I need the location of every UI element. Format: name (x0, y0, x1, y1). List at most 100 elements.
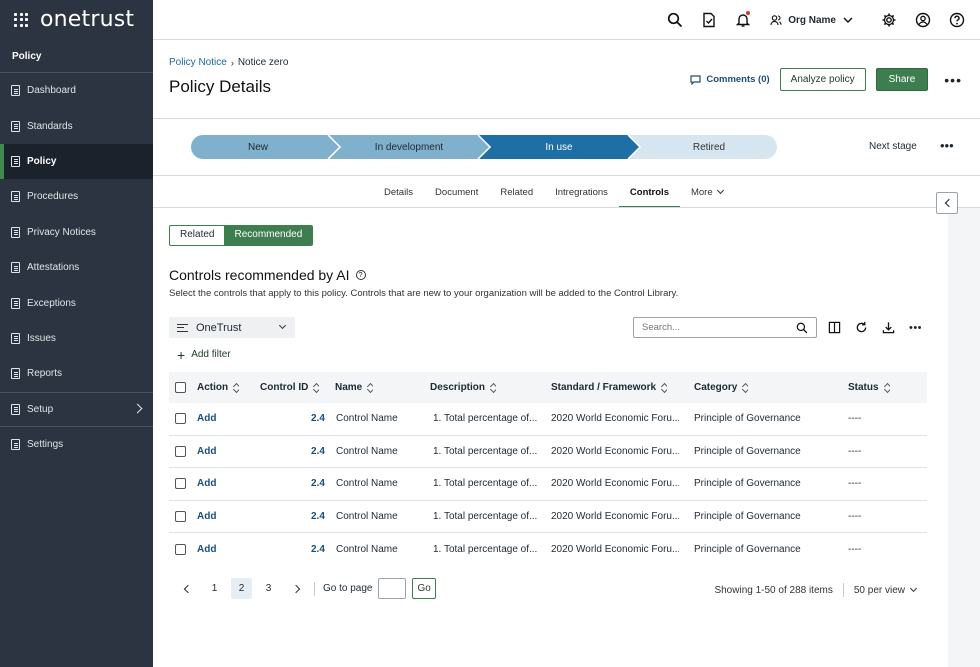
tab-controls[interactable]: Controls (618, 181, 680, 208)
add-filter-button[interactable]: + Add filter (177, 346, 231, 363)
col-control-id[interactable]: Control ID (260, 382, 319, 393)
tab-details[interactable]: Details (373, 181, 424, 208)
tab-document[interactable]: Document (424, 181, 489, 208)
document-check-icon[interactable] (692, 0, 726, 40)
comments-button[interactable]: Comments (0) (690, 74, 770, 85)
control-standard: 2020 World Economic Foru... (551, 445, 679, 457)
control-id-link[interactable]: 2.4 (311, 478, 325, 489)
sidebar-item-procedures[interactable]: Procedures (0, 179, 153, 214)
org-switcher[interactable]: Org Name (760, 14, 872, 26)
segment-related[interactable]: Related (170, 226, 224, 245)
page-2[interactable]: 2 (231, 578, 252, 599)
user-profile-icon[interactable] (906, 0, 940, 40)
stage-more-icon[interactable]: ••• (940, 138, 954, 153)
more-options-icon[interactable]: ••• (944, 72, 962, 88)
col-status[interactable]: Status (848, 382, 890, 393)
sidebar-item-issues[interactable]: Issues (0, 321, 153, 356)
document-icon (11, 262, 20, 274)
sort-icon (743, 383, 748, 392)
tab-related[interactable]: Related (489, 181, 544, 208)
row-checkbox[interactable] (175, 445, 186, 457)
search-input[interactable] (642, 322, 796, 333)
comment-icon (690, 74, 701, 85)
columns-icon[interactable] (825, 318, 844, 337)
add-control-link[interactable]: Add (197, 478, 216, 489)
control-standard: 2020 World Economic Foru... (551, 511, 679, 523)
document-icon (11, 368, 20, 380)
stage-in-use[interactable]: In use (491, 135, 627, 159)
sort-icon (662, 383, 667, 392)
sidebar-item-label: Attestations (27, 262, 80, 274)
control-description: 1. Total percentage of... (433, 544, 538, 556)
go-button[interactable]: Go (412, 578, 436, 599)
col-name[interactable]: Name (335, 382, 373, 393)
search-icon[interactable] (796, 322, 808, 334)
settings-gear-icon[interactable] (872, 0, 906, 40)
collapse-panel-button[interactable] (936, 192, 958, 214)
sidebar-item-settings[interactable]: Settings (0, 427, 153, 462)
search-icon[interactable] (658, 0, 692, 40)
col-action[interactable]: Action (197, 382, 239, 393)
refresh-icon[interactable] (852, 318, 871, 337)
onetrust-logo[interactable]: onetrust (40, 7, 134, 32)
row-checkbox[interactable] (175, 478, 186, 490)
control-id-link[interactable]: 2.4 (311, 413, 325, 424)
source-dropdown[interactable]: OneTrust (169, 317, 295, 338)
per-view-dropdown[interactable]: 50 per view (854, 584, 918, 596)
stage-in-development[interactable]: In development (341, 135, 477, 159)
table-row: Add 2.4 Control Name 1. Total percentage… (169, 501, 927, 534)
goto-page-input[interactable] (378, 578, 407, 599)
chevron-down-icon (843, 17, 853, 23)
share-button[interactable]: Share (875, 68, 929, 91)
stage-retired[interactable]: Retired (641, 135, 777, 159)
next-stage-button[interactable]: Next stage (869, 141, 917, 152)
control-status: ---- (848, 544, 862, 556)
add-control-link[interactable]: Add (197, 544, 216, 555)
row-checkbox[interactable] (175, 544, 186, 556)
sidebar-item-exceptions[interactable]: Exceptions (0, 285, 153, 320)
tab-more[interactable]: More (680, 181, 734, 208)
analyze-policy-button[interactable]: Analyze policy (779, 68, 866, 91)
more-options-icon[interactable]: ••• (906, 318, 925, 337)
row-checkbox[interactable] (175, 511, 186, 523)
add-control-link[interactable]: Add (197, 511, 216, 522)
sidebar-item-dashboard[interactable]: Dashboard (0, 73, 153, 108)
add-control-link[interactable]: Add (197, 413, 216, 424)
help-icon[interactable] (940, 0, 974, 40)
row-checkbox[interactable] (175, 413, 186, 425)
select-all-checkbox[interactable] (175, 382, 186, 393)
plus-icon: + (177, 346, 186, 363)
col-description[interactable]: Description (430, 382, 496, 393)
control-id-link[interactable]: 2.4 (311, 446, 325, 457)
tab-bar: Details Document Related Intregrations C… (373, 181, 734, 208)
control-id-link[interactable]: 2.4 (311, 511, 325, 522)
col-category[interactable]: Category (694, 382, 748, 393)
chevron-down-icon (716, 186, 724, 195)
col-standard[interactable]: Standard / Framework (551, 382, 667, 393)
sidebar-item-policy[interactable]: Policy (0, 143, 153, 180)
control-id-link[interactable]: 2.4 (311, 544, 325, 555)
page-1[interactable]: 1 (204, 578, 225, 599)
tab-integrations[interactable]: Intregrations (544, 181, 619, 208)
download-icon[interactable] (879, 318, 898, 337)
add-control-link[interactable]: Add (197, 446, 216, 457)
sidebar-item-privacy-notices[interactable]: Privacy Notices (0, 215, 153, 250)
prev-page-button[interactable] (177, 578, 198, 599)
page-3[interactable]: 3 (258, 578, 279, 599)
sidebar-item-setup[interactable]: Setup (0, 391, 153, 427)
chevron-right-icon (132, 403, 143, 413)
next-page-button[interactable] (285, 578, 306, 599)
stage-new[interactable]: New (203, 135, 313, 159)
showing-count: Showing 1-50 of 288 items (714, 584, 833, 596)
sidebar-item-label: Standards (27, 120, 73, 132)
sidebar-item-standards[interactable]: Standards (0, 108, 153, 143)
notification-bell-icon[interactable] (726, 0, 760, 40)
app-launcher-icon[interactable] (14, 12, 28, 27)
breadcrumb-parent-link[interactable]: Policy Notice (169, 57, 227, 68)
segment-recommended[interactable]: Recommended (224, 226, 313, 245)
sidebar-title: Policy (0, 40, 153, 73)
sidebar-item-reports[interactable]: Reports (0, 356, 153, 391)
sidebar-item-attestations[interactable]: Attestations (0, 250, 153, 285)
brand-area: onetrust (0, 0, 153, 40)
help-circle-icon[interactable]: ? (355, 270, 366, 280)
